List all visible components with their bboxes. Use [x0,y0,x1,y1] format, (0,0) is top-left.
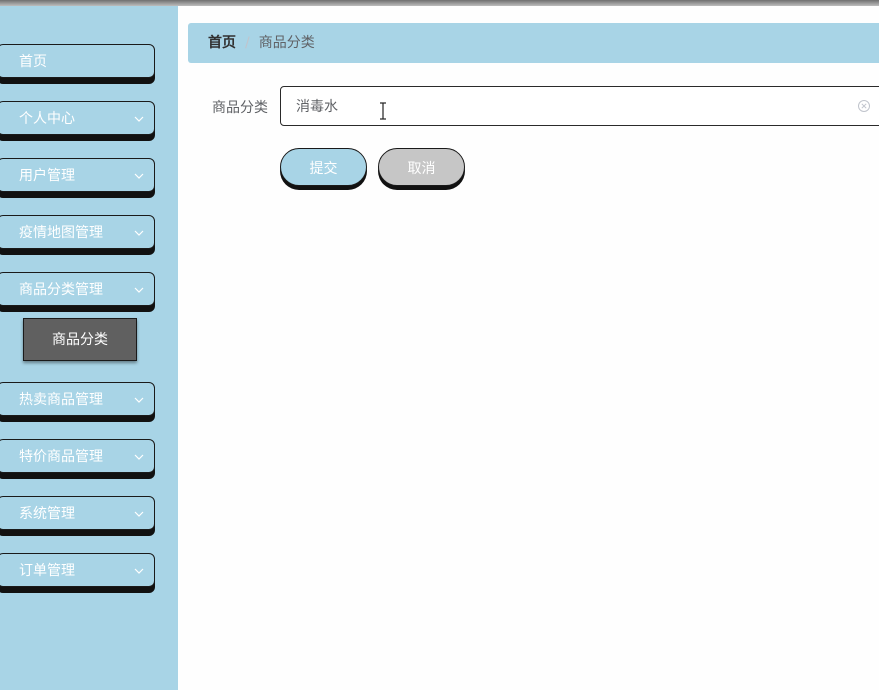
chevron-down-icon [134,568,144,574]
sidebar-item-personal-center[interactable]: 个人中心 [0,101,155,135]
chevron-down-icon [134,511,144,517]
sidebar-item-order-management[interactable]: 订单管理 [0,553,155,587]
sidebar-item-label: 订单管理 [19,563,75,579]
breadcrumb-separator: / [245,35,250,51]
breadcrumb: 首页 / 商品分类 [188,23,879,63]
sidebar-item-label: 商品分类管理 [19,282,103,298]
chevron-down-icon [134,397,144,403]
submenu-item-label: 商品分类 [52,332,108,348]
submenu-item-category[interactable]: 商品分类 [23,318,137,361]
sidebar-item-user-management[interactable]: 用户管理 [0,158,155,192]
sidebar-item-label: 首页 [19,54,47,70]
chevron-down-icon [134,287,144,293]
sidebar-item-label: 个人中心 [19,111,75,127]
chevron-down-icon [134,454,144,460]
clear-icon[interactable] [857,99,871,113]
breadcrumb-home[interactable]: 首页 [208,35,236,51]
breadcrumb-current: 商品分类 [258,35,315,51]
text-cursor-icon [380,102,386,120]
sidebar-item-label: 特价商品管理 [19,449,103,465]
submit-button[interactable]: 提交 [280,148,367,186]
sidebar-item-label: 用户管理 [19,168,75,184]
sidebar-item-special-offer-management[interactable]: 特价商品管理 [0,439,155,473]
sidebar: 首页 个人中心 用户管理 疫情地图管理 商品分类管理 商品分类 热卖商品管理 特… [0,6,178,690]
sidebar-item-category-management[interactable]: 商品分类管理 [0,272,155,306]
chevron-down-icon [134,116,144,122]
cancel-button[interactable]: 取消 [378,148,465,186]
category-input-wrapper[interactable] [280,86,879,126]
sidebar-item-label: 疫情地图管理 [19,225,103,241]
chevron-down-icon [134,230,144,236]
sidebar-item-label: 系统管理 [19,506,75,522]
chevron-down-icon [134,173,144,179]
sidebar-item-system-management[interactable]: 系统管理 [0,496,155,530]
category-field-label: 商品分类 [212,100,268,116]
sidebar-item-hot-products-management[interactable]: 热卖商品管理 [0,382,155,416]
sidebar-item-label: 热卖商品管理 [19,392,103,408]
sidebar-item-home[interactable]: 首页 [0,44,155,78]
sidebar-item-epidemic-map-management[interactable]: 疫情地图管理 [0,215,155,249]
